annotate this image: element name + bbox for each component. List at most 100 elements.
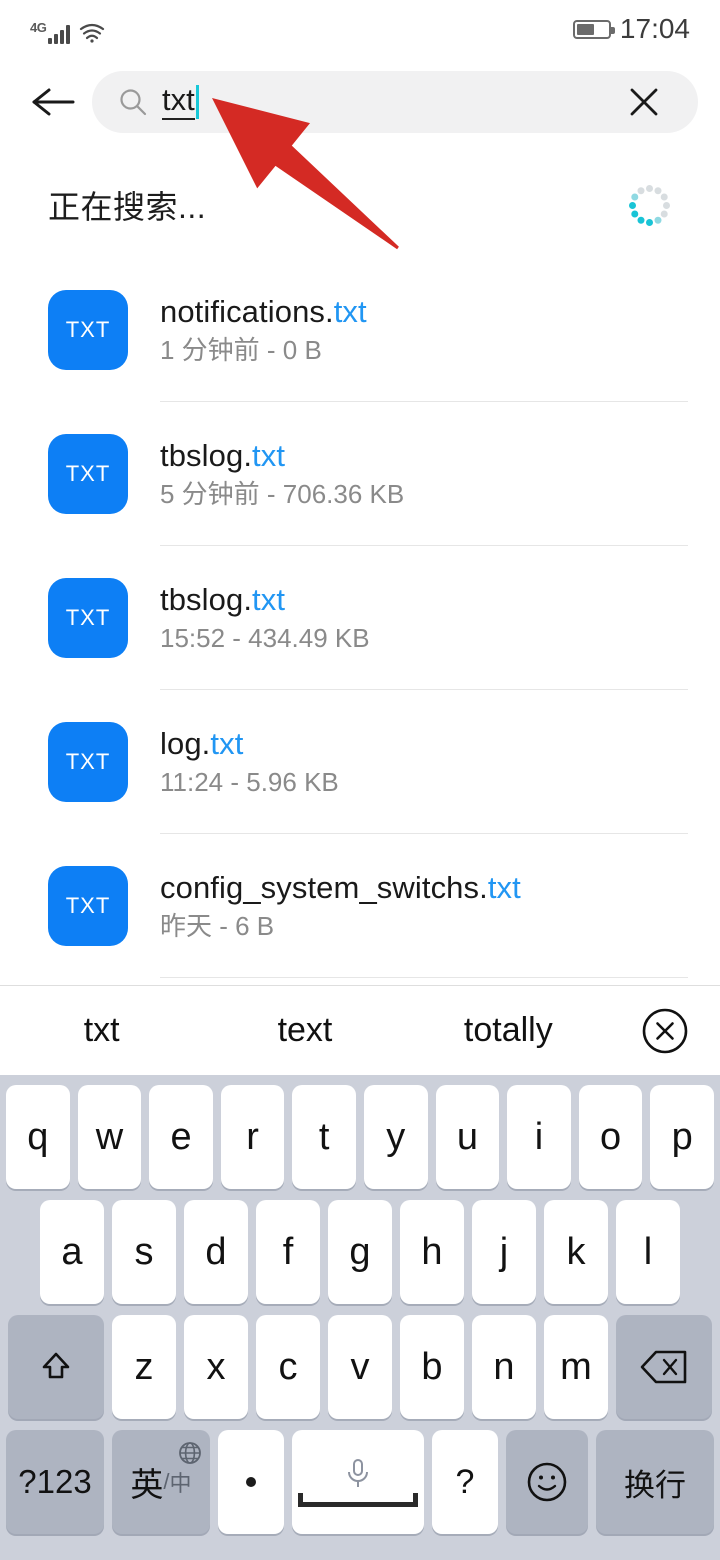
file-meta: tbslog.txt 5 分钟前 - 706.36 KB <box>160 437 405 510</box>
question-mark-key[interactable]: ? <box>432 1430 498 1534</box>
txt-file-icon-label: TXT <box>65 461 111 486</box>
txt-file-icon: TXT <box>48 866 128 946</box>
clear-search-button[interactable] <box>616 74 672 130</box>
key-l[interactable]: l <box>616 1200 680 1304</box>
key-u[interactable]: u <box>435 1085 500 1189</box>
search-icon <box>118 87 148 117</box>
key-y[interactable]: y <box>364 1085 428 1189</box>
phone-screen: 4G 17:04 txt 正在搜索... TXT notifications.t… <box>0 0 720 1560</box>
key-i[interactable]: i <box>507 1085 571 1189</box>
file-name-base: tbslog. <box>160 437 253 473</box>
file-meta: log.txt 11:24 - 5.96 KB <box>160 725 339 798</box>
file-name-match: txt <box>333 293 367 329</box>
key-o[interactable]: o <box>578 1085 643 1189</box>
enter-key[interactable]: 换行 <box>596 1430 714 1534</box>
key-q[interactable]: q <box>6 1085 70 1189</box>
file-name-match: txt <box>252 581 286 617</box>
key-b[interactable]: b <box>400 1315 464 1419</box>
file-name: tbslog.txt <box>160 581 370 617</box>
txt-file-icon-label: TXT <box>65 749 111 774</box>
file-meta-text: 11:24 - 5.96 KB <box>160 767 339 798</box>
key-k[interactable]: k <box>544 1200 608 1304</box>
key-w[interactable]: w <box>77 1085 142 1189</box>
key-z[interactable]: z <box>112 1315 176 1419</box>
key-h[interactable]: h <box>400 1200 464 1304</box>
file-meta: config_system_switchs.txt 昨天 - 6 B <box>160 871 521 942</box>
signal-bars-icon: 4G <box>30 18 71 44</box>
back-button[interactable] <box>22 71 84 133</box>
search-status-row: 正在搜索... <box>0 170 720 240</box>
globe-icon <box>177 1436 203 1464</box>
key-t[interactable]: t <box>292 1085 356 1189</box>
language-switch-key[interactable]: 英 / 中 <box>112 1430 210 1534</box>
text-cursor <box>195 85 199 119</box>
file-name-base: notifications. <box>160 293 334 329</box>
key-a[interactable]: a <box>40 1200 104 1304</box>
file-meta-text: 昨天 - 6 B <box>160 911 275 942</box>
status-bar-left: 4G <box>30 14 105 44</box>
key-j[interactable]: j <box>472 1200 536 1304</box>
network-type-label: 4G <box>30 20 47 35</box>
txt-file-icon-label: TXT <box>65 893 111 918</box>
key-x[interactable]: x <box>184 1315 248 1419</box>
space-bar-line <box>298 1493 418 1507</box>
key-f[interactable]: f <box>256 1200 320 1304</box>
file-result-row[interactable]: TXT notifications.txt 1 分钟前 - 0 B <box>0 258 720 402</box>
search-input[interactable]: txt <box>92 71 698 133</box>
backspace-key[interactable] <box>616 1315 712 1419</box>
txt-file-icon: TXT <box>48 290 128 370</box>
suggestion-close-button[interactable] <box>610 1005 720 1057</box>
key-n[interactable]: n <box>472 1315 536 1419</box>
key-e[interactable]: e <box>149 1085 213 1189</box>
status-bar: 4G 17:04 <box>0 0 720 58</box>
key-g[interactable]: g <box>328 1200 392 1304</box>
key-s[interactable]: s <box>112 1200 176 1304</box>
language-key-sub: 中 <box>169 1471 192 1496</box>
back-arrow-icon <box>32 88 75 116</box>
txt-file-icon: TXT <box>48 722 128 802</box>
file-result-row[interactable]: TXT config_system_switchs.txt 昨天 - 6 B <box>0 834 720 978</box>
txt-file-icon: TXT <box>48 434 128 514</box>
txt-file-icon: TXT <box>48 578 128 658</box>
backspace-icon <box>640 1350 687 1384</box>
key-p[interactable]: p <box>650 1085 714 1189</box>
emoji-key[interactable] <box>506 1430 588 1534</box>
file-name-base: log. <box>160 725 211 761</box>
dot-glyph-icon <box>246 1477 256 1487</box>
shift-arrow-icon <box>42 1352 70 1379</box>
file-name: tbslog.txt <box>160 437 404 473</box>
wifi-icon <box>79 22 105 44</box>
close-circle-icon <box>642 1008 688 1053</box>
key-m[interactable]: m <box>544 1315 608 1419</box>
space-key[interactable] <box>292 1430 424 1534</box>
file-name: notifications.txt <box>160 293 367 329</box>
suggestion-item[interactable]: txt <box>0 1011 203 1050</box>
keyboard-row-3: zxcvbnm <box>6 1315 714 1419</box>
file-result-row[interactable]: TXT tbslog.txt 15:52 - 434.49 KB <box>0 546 720 690</box>
txt-file-icon-label: TXT <box>65 317 111 342</box>
numeric-mode-key[interactable]: ?123 <box>6 1430 104 1534</box>
shift-key[interactable] <box>8 1315 104 1419</box>
dot-key[interactable] <box>218 1430 284 1534</box>
key-v[interactable]: v <box>328 1315 392 1419</box>
file-result-row[interactable]: TXT tbslog.txt 5 分钟前 - 706.36 KB <box>0 402 720 546</box>
loading-spinner-icon <box>626 182 672 228</box>
searching-label: 正在搜索... <box>48 189 207 225</box>
file-result-row[interactable]: TXT log.txt 11:24 - 5.96 KB <box>0 690 720 834</box>
file-name-base: tbslog. <box>160 581 253 617</box>
suggestion-item[interactable]: totally <box>407 1011 610 1050</box>
microphone-icon <box>348 1459 368 1487</box>
keyboard-rows: qwertyuiop asdfghjkl zxcvbnm ?123 英 / 中 … <box>0 1075 720 1548</box>
key-c[interactable]: c <box>256 1315 320 1419</box>
smiley-face-icon <box>527 1462 567 1502</box>
suggestion-item[interactable]: text <box>203 1011 406 1050</box>
key-d[interactable]: d <box>184 1200 248 1304</box>
key-r[interactable]: r <box>220 1085 285 1189</box>
row-divider <box>160 977 688 978</box>
file-meta-text: 5 分钟前 - 706.36 KB <box>160 479 405 510</box>
search-query-wrap: txt <box>162 84 199 120</box>
search-query-text: txt <box>162 84 195 120</box>
keyboard-row-1: qwertyuiop <box>6 1085 714 1189</box>
keyboard-row-4: ?123 英 / 中 ? 换行 <box>6 1430 714 1534</box>
status-bar-right: 17:04 <box>572 13 690 45</box>
